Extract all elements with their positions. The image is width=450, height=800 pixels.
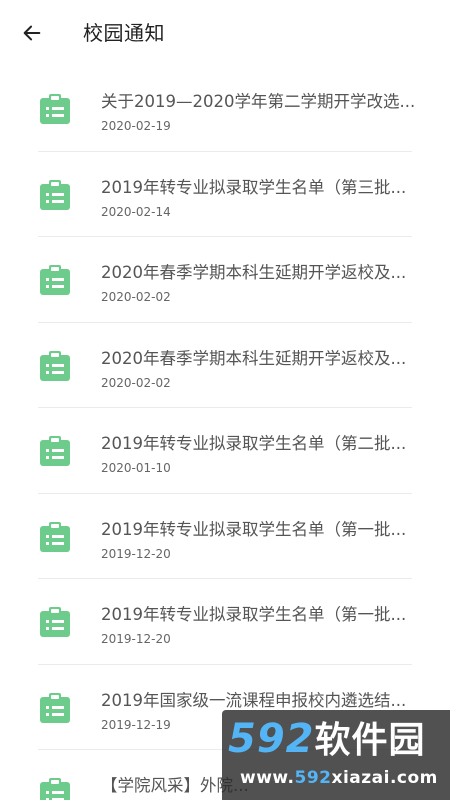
notice-date: 2019-12-20 <box>101 632 171 646</box>
notice-item[interactable]: 2020年春季学期本科生延期开学返校及... 2020-02-02 <box>0 323 450 408</box>
page-title: 校园通知 <box>83 21 165 45</box>
notice-item[interactable]: 2019年转专业拟录取学生名单（第一批... 2019-12-20 <box>0 494 450 579</box>
notice-item[interactable]: 2019年转专业拟录取学生名单（第三批... 2020-02-14 <box>0 152 450 237</box>
notice-date: 2020-01-10 <box>101 461 171 475</box>
notice-item[interactable]: 关于2019—2020学年第二学期开学改选... 2020-02-19 <box>0 66 450 152</box>
clipboard-icon <box>38 605 72 639</box>
clipboard-icon <box>38 691 72 725</box>
notice-title: 2019年转专业拟录取学生名单（第一批... <box>101 605 407 624</box>
notice-title: 2019年转专业拟录取学生名单（第二批... <box>101 434 407 453</box>
watermark-url-highlight: 592 <box>294 768 332 788</box>
clipboard-icon <box>38 263 72 297</box>
notice-title: 2019年转专业拟录取学生名单（第一批... <box>101 519 407 539</box>
top-bar: 校园通知 <box>0 0 450 66</box>
clipboard-icon <box>38 92 72 126</box>
clipboard-icon <box>38 349 72 383</box>
notice-title: 关于2019—2020学年第二学期开学改选... <box>101 92 416 111</box>
notice-item[interactable]: 2020年春季学期本科生延期开学返校及... 2020-02-02 <box>0 237 450 323</box>
app-screen: 校园通知 关于2019—2020学年第二学期开学改选... 2020-02-19 2… <box>0 0 450 800</box>
back-button[interactable] <box>14 17 50 49</box>
watermark-brand-text: 软件园 <box>314 720 426 761</box>
notice-date: 2020-02-02 <box>101 375 171 390</box>
notice-item[interactable]: 2019年转专业拟录取学生名单（第一批... 2019-12-20 <box>0 579 450 665</box>
clipboard-icon <box>38 520 72 554</box>
watermark-url-suffix: xiazai.com <box>331 768 438 788</box>
notice-title: 2020年春季学期本科生延期开学返校及... <box>101 348 407 368</box>
notice-date: 2020-02-02 <box>101 290 171 304</box>
notice-item[interactable]: 2019年转专业拟录取学生名单（第二批... 2020-01-10 <box>0 408 450 494</box>
clipboard-icon <box>38 178 72 212</box>
watermark: 592软件园 www.592xiazai.com <box>222 710 450 800</box>
notice-date: 2020-02-14 <box>101 204 171 219</box>
notice-date: 2020-02-19 <box>101 119 171 133</box>
watermark-url: www.592xiazai.com <box>240 768 438 788</box>
watermark-url-prefix: www. <box>240 768 295 788</box>
notice-title: 2019年转专业拟录取学生名单（第三批... <box>101 177 407 197</box>
clipboard-icon <box>38 434 72 468</box>
notice-date: 2019-12-20 <box>101 546 171 561</box>
arrow-left-icon <box>23 25 41 41</box>
notice-title: 2019年国家级一流课程申报校内遴选结... <box>101 690 407 710</box>
notice-date: 2019-12-19 <box>101 717 171 732</box>
notice-title: 2020年春季学期本科生延期开学返校及... <box>101 263 407 282</box>
watermark-brand-number: 592 <box>228 716 315 762</box>
clipboard-icon <box>38 776 72 800</box>
notice-list[interactable]: 关于2019—2020学年第二学期开学改选... 2020-02-19 2019年转… <box>0 66 450 800</box>
watermark-brand: 592软件园 <box>228 716 426 764</box>
